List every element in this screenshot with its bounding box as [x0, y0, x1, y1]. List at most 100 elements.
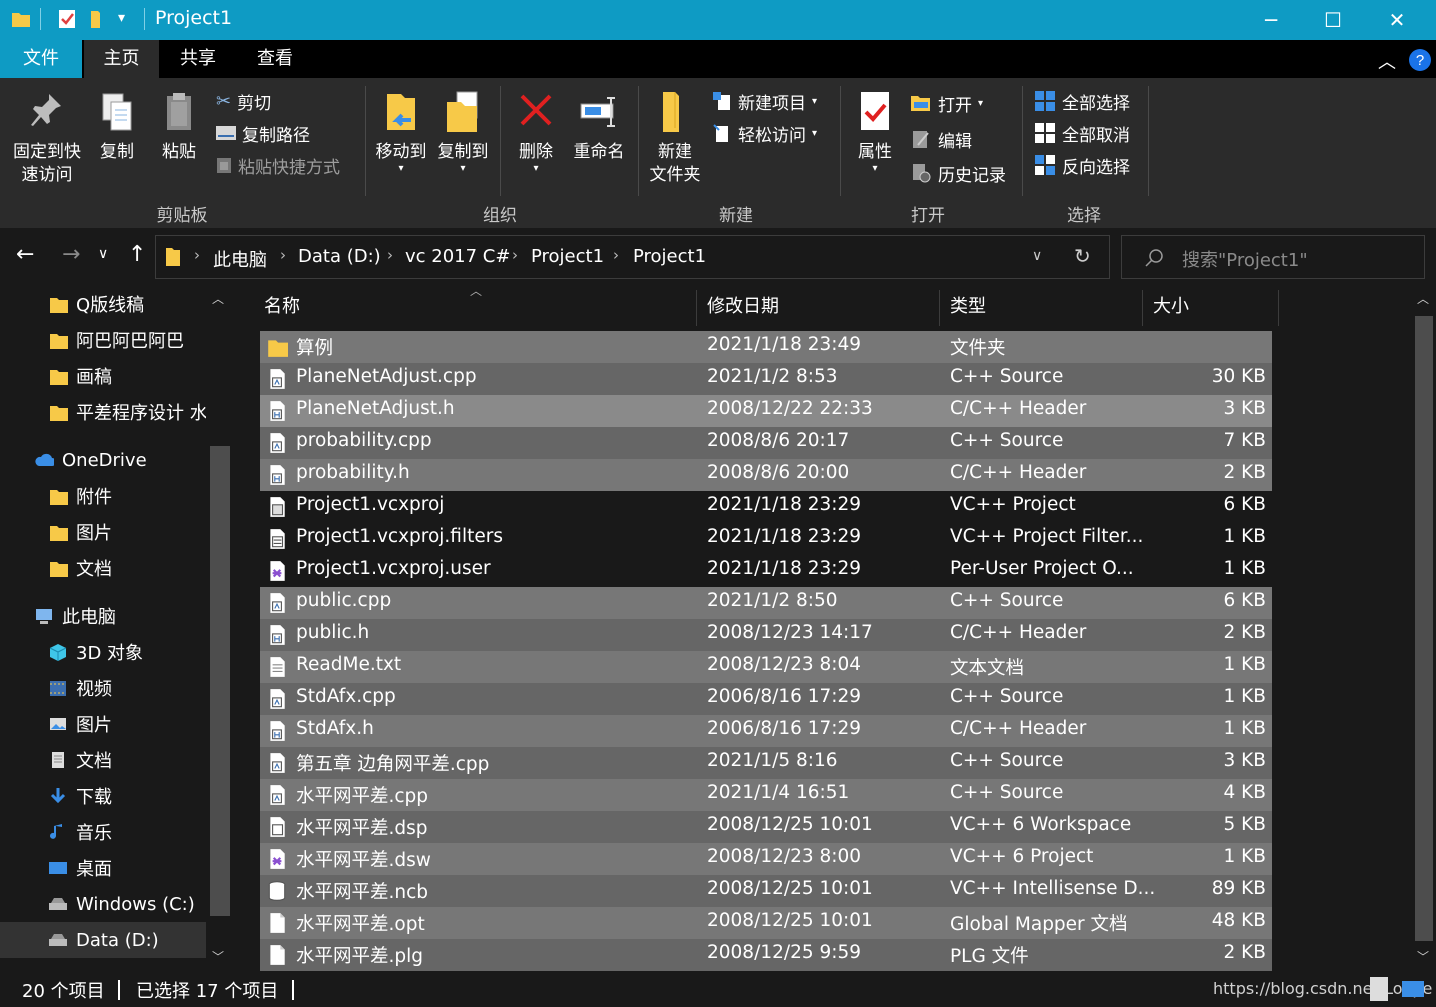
nav-item[interactable]: 附件 — [0, 478, 206, 514]
scroll-up-icon[interactable]: ︿ — [1417, 290, 1429, 307]
search-box[interactable]: 搜索"Project1" — [1121, 235, 1425, 279]
address-history-chevron-icon[interactable]: ∨ — [1032, 248, 1042, 264]
file-row[interactable]: StdAfx.cpp 2006/8/16 17:29 C++ Source 1 KB — [260, 683, 1272, 715]
paste-button[interactable]: 粘贴 — [154, 90, 204, 164]
file-row[interactable]: 水平网平差.ncb 2008/12/25 10:01 VC++ Intellisen… — [260, 875, 1272, 907]
breadcrumb-data-d[interactable]: Data (D:) — [298, 246, 381, 267]
back-button[interactable]: ← — [16, 242, 34, 267]
file-row[interactable]: public.h 2008/12/23 14:17 C/C++ Header 2 KB — [260, 619, 1272, 651]
properties-quick-icon[interactable] — [56, 8, 78, 30]
file-row[interactable]: public.cpp 2021/1/2 8:50 C++ Source 6 KB — [260, 587, 1272, 619]
scroll-up-icon[interactable]: ︿ — [212, 290, 224, 307]
nav-item[interactable]: 音乐 — [0, 814, 206, 850]
refresh-icon[interactable]: ↻ — [1074, 244, 1091, 268]
close-button[interactable]: ✕ — [1366, 0, 1428, 40]
nav-item[interactable]: 下载 — [0, 778, 206, 814]
file-row[interactable]: 第五章 边角网平差.cpp 2021/1/5 8:16 C++ Source 3 KB — [260, 747, 1272, 779]
minimize-button[interactable]: ─ — [1240, 0, 1302, 40]
file-row[interactable]: 水平网平差.cpp 2021/1/4 16:51 C++ Source 4 KB — [260, 779, 1272, 811]
tab-share[interactable]: 共享 — [162, 40, 234, 78]
file-row[interactable]: 水平网平差.dsp 2008/12/25 10:01 VC++ 6 Workspac… — [260, 811, 1272, 843]
column-header-type[interactable]: 类型 — [940, 286, 1142, 328]
maximize-button[interactable]: ☐ — [1302, 0, 1364, 40]
nav-item[interactable]: 文档 — [0, 742, 206, 778]
forward-button[interactable]: → — [62, 242, 80, 267]
help-icon[interactable]: ? — [1408, 48, 1432, 72]
nav-item[interactable]: 桌面 — [0, 850, 206, 886]
file-row[interactable]: Project1.vcxproj.filters 2021/1/18 23:29 V… — [260, 523, 1272, 555]
scroll-down-icon[interactable]: ﹀ — [1417, 948, 1429, 965]
recent-locations-chevron-icon[interactable]: ∨ — [98, 246, 108, 262]
nav-scrollbar-thumb[interactable] — [210, 446, 230, 916]
up-button[interactable]: ↑ — [128, 242, 146, 267]
file-row[interactable]: PlaneNetAdjust.cpp 2021/1/2 8:53 C++ Sourc… — [260, 363, 1272, 395]
nav-item[interactable]: 阿巴阿巴阿巴 — [0, 322, 206, 358]
new-item-button[interactable]: 新建项目 ▾ — [712, 88, 817, 114]
file-list-scrollbar[interactable]: ︿ ﹀ — [1412, 286, 1436, 971]
nav-item[interactable]: 图片 — [0, 706, 206, 742]
details-view-icon[interactable] — [1370, 977, 1388, 1001]
invert-selection-button[interactable]: 反向选择 — [1034, 152, 1130, 178]
paste-shortcut-button[interactable]: 粘贴快捷方式 — [216, 152, 340, 178]
large-icons-view-icon[interactable] — [1402, 981, 1424, 997]
file-row[interactable]: PlaneNetAdjust.h 2008/12/22 22:33 C/C++ He… — [260, 395, 1272, 427]
move-to-button[interactable]: 移动到 ▾ — [370, 90, 432, 174]
breadcrumb-this-pc[interactable]: 此电脑 — [213, 246, 267, 272]
nav-item[interactable]: Data (D:) — [0, 922, 206, 958]
rename-button[interactable]: 重命名 — [566, 90, 632, 164]
new-folder-quick-icon[interactable] — [88, 8, 110, 30]
select-all-icon — [1035, 91, 1055, 111]
file-row[interactable]: ReadMe.txt 2008/12/23 8:04 文本文档 1 KB — [260, 651, 1272, 683]
cut-button[interactable]: ✂ 剪切 — [216, 88, 271, 114]
copy-to-button[interactable]: 复制到 ▾ — [432, 90, 494, 174]
column-header-size[interactable]: 大小 — [1143, 286, 1278, 328]
copy-button[interactable]: 复制 — [92, 90, 142, 164]
file-row[interactable]: 水平网平差.plg 2008/12/25 9:59 PLG 文件 2 KB — [260, 939, 1272, 971]
history-button[interactable]: 历史记录 — [910, 160, 1006, 186]
nav-item[interactable]: 图片 — [0, 514, 206, 550]
file-list-scrollbar-thumb[interactable] — [1415, 316, 1433, 941]
nav-item[interactable]: 文档 — [0, 550, 206, 586]
nav-scrollbar[interactable]: ︿ ﹀ — [206, 286, 232, 971]
nav-item[interactable]: Q版线稿 — [0, 286, 206, 322]
copy-path-button[interactable]: 复制路径 — [216, 120, 310, 146]
nav-item[interactable]: OneDrive — [0, 442, 206, 478]
scroll-down-icon[interactable]: ﹀ — [212, 948, 224, 965]
pin-quick-access-button[interactable]: 固定到快 速访问 — [6, 90, 88, 187]
address-bar[interactable]: › 此电脑 › Data (D:) › vc 2017 C# › Project… — [155, 235, 1110, 279]
delete-button[interactable]: 删除 ▾ — [508, 90, 564, 174]
nav-item[interactable]: 此电脑 — [0, 598, 206, 634]
tab-view[interactable]: 查看 — [238, 40, 312, 78]
file-row[interactable]: Project1.vcxproj 2021/1/18 23:29 VC++ Proj… — [260, 491, 1272, 523]
file-row[interactable]: 算例 2021/1/18 23:49 文件夹 — [260, 331, 1272, 363]
nav-item[interactable]: Windows (C:) — [0, 886, 206, 922]
nav-item[interactable]: 画稿 — [0, 358, 206, 394]
breadcrumb-project1[interactable]: Project1 — [531, 246, 604, 267]
customize-quick-access-icon[interactable]: ▾ — [118, 10, 140, 32]
properties-button[interactable]: 属性 ▾ — [848, 90, 902, 174]
open-button[interactable]: 打开 ▾ — [910, 90, 983, 116]
nav-item[interactable]: 视频 — [0, 670, 206, 706]
file-row[interactable]: probability.cpp 2008/8/6 20:17 C++ Source 7… — [260, 427, 1272, 459]
file-row[interactable]: 水平网平差.opt 2008/12/25 10:01 Global Mapper 文… — [260, 907, 1272, 939]
column-header-date[interactable]: 修改日期 — [697, 286, 939, 328]
new-folder-button[interactable]: 新建 文件夹 — [642, 90, 708, 187]
tab-file[interactable]: 文件 — [0, 40, 82, 78]
nav-item[interactable]: 平差程序设计 水 — [0, 394, 206, 430]
nav-item-label: OneDrive — [62, 449, 147, 471]
easy-access-button[interactable]: 轻松访问 ▾ — [712, 120, 817, 146]
tab-home[interactable]: 主页 — [84, 40, 159, 78]
file-row[interactable]: 水平网平差.dsw 2008/12/23 8:00 VC++ 6 Project 1 … — [260, 843, 1272, 875]
collapse-ribbon-icon[interactable]: ︿ — [1378, 48, 1396, 74]
file-row[interactable]: probability.h 2008/8/6 20:00 C/C++ Header 2… — [260, 459, 1272, 491]
nav-item[interactable]: 3D 对象 — [0, 634, 206, 670]
edit-button[interactable]: 编辑 — [910, 126, 972, 152]
folder-icon — [48, 486, 68, 506]
search-input[interactable]: 搜索"Project1" — [1182, 246, 1308, 272]
breadcrumb-vc2017[interactable]: vc 2017 C# — [405, 246, 510, 267]
select-none-button[interactable]: 全部取消 — [1034, 120, 1130, 146]
file-row[interactable]: Project1.vcxproj.user 2021/1/18 23:29 Per-… — [260, 555, 1272, 587]
file-row[interactable]: StdAfx.h 2006/8/16 17:29 C/C++ Header 1 KB — [260, 715, 1272, 747]
breadcrumb-project1-current[interactable]: Project1 — [633, 246, 706, 267]
select-all-button[interactable]: 全部选择 — [1034, 88, 1130, 114]
